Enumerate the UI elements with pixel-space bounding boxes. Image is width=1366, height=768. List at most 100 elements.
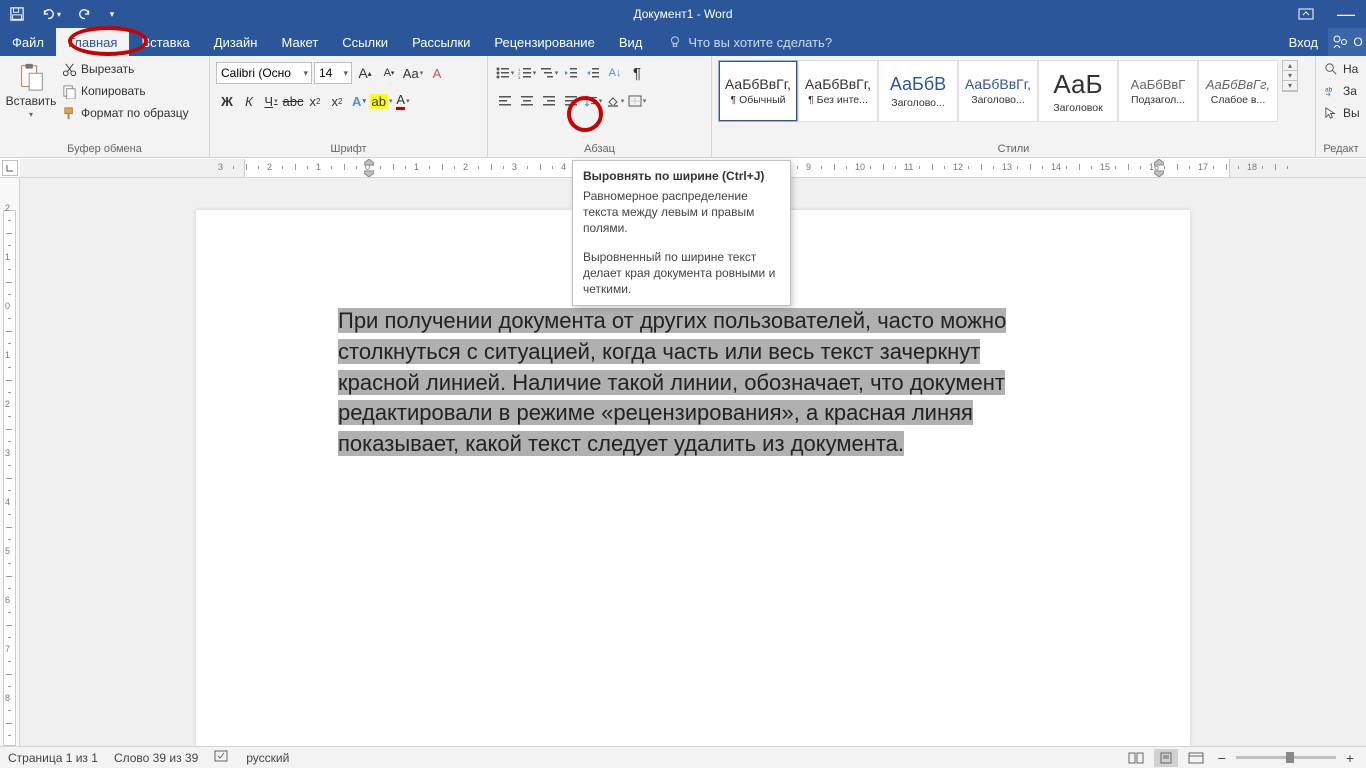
scissors-icon: [62, 62, 77, 77]
status-bar: Страница 1 из 1 Слово 39 из 39 русский −…: [0, 746, 1366, 768]
status-words[interactable]: Слово 39 из 39: [114, 751, 198, 765]
bold-button[interactable]: Ж: [216, 90, 238, 112]
ribbon-group-font: Calibri (Осно 14 A▴ A▾ Aa A Ж К Ч abc x2…: [210, 56, 488, 157]
clear-formatting-button[interactable]: A: [426, 62, 448, 84]
text-effects-button[interactable]: A: [348, 90, 370, 112]
copy-icon: [62, 84, 77, 99]
subscript-button[interactable]: x2: [304, 90, 326, 112]
tab-design[interactable]: Дизайн: [202, 28, 270, 56]
tooltip-paragraph-1: Равномерное распределение текста между л…: [583, 188, 780, 237]
tab-insert[interactable]: Вставка: [129, 28, 201, 56]
show-marks-button[interactable]: ¶: [626, 62, 648, 84]
ribbon-display-button[interactable]: [1286, 1, 1326, 27]
italic-button[interactable]: К: [238, 90, 260, 112]
tab-home[interactable]: Главная: [56, 28, 129, 56]
paste-icon: [16, 62, 46, 92]
document-title: Документ1 - Word: [633, 7, 732, 21]
align-left-button[interactable]: [494, 90, 516, 112]
shading-button[interactable]: [604, 90, 626, 112]
underline-button[interactable]: Ч: [260, 90, 282, 112]
cut-button[interactable]: Вырезать: [60, 58, 191, 80]
borders-button[interactable]: [626, 90, 648, 112]
lightbulb-icon: [668, 35, 682, 49]
svg-text:3: 3: [518, 75, 521, 79]
justify-tooltip: Выровнять по ширине (Ctrl+J) Равномерное…: [572, 160, 791, 306]
style-item-4[interactable]: АаБЗаголовок: [1038, 60, 1118, 122]
select-icon: [1324, 106, 1339, 121]
tab-mailings[interactable]: Рассылки: [400, 28, 482, 56]
redo-button[interactable]: [68, 1, 102, 27]
paste-label: Вставить: [6, 94, 57, 108]
style-item-3[interactable]: АаБбВвГг,Заголово...: [958, 60, 1038, 122]
undo-button[interactable]: ▾: [34, 1, 68, 27]
status-proofing-icon[interactable]: [214, 749, 230, 766]
search-icon: [1324, 62, 1339, 77]
styles-group-label: Стили: [718, 141, 1309, 157]
styles-more-button[interactable]: ▴▾▾: [1282, 60, 1298, 92]
tell-me-search[interactable]: Что вы хотите сделать?: [668, 28, 832, 56]
save-button[interactable]: [0, 1, 34, 27]
zoom-slider[interactable]: [1236, 756, 1336, 759]
sort-button[interactable]: A↓: [604, 62, 626, 84]
styles-gallery: АаБбВвГг,¶ ОбычныйАаБбВвГг,¶ Без инте...…: [718, 60, 1278, 122]
numbering-button[interactable]: 123: [516, 62, 538, 84]
find-button[interactable]: На: [1322, 58, 1360, 80]
font-color-button[interactable]: A: [392, 90, 414, 112]
replace-icon: ab: [1324, 84, 1339, 99]
bullets-button[interactable]: [494, 62, 516, 84]
font-size-select[interactable]: 14: [314, 62, 352, 84]
editing-group-label: Редакт: [1322, 141, 1360, 157]
title-bar: ▾ ▾ Документ1 - Word —: [0, 0, 1366, 28]
strikethrough-button[interactable]: abc: [282, 90, 304, 112]
tab-file[interactable]: Файл: [0, 28, 56, 56]
superscript-button[interactable]: x2: [326, 90, 348, 112]
tab-layout[interactable]: Макет: [269, 28, 330, 56]
sign-in-link[interactable]: Вход: [1279, 28, 1328, 56]
style-item-5[interactable]: АаБбВвГПодзагол...: [1118, 60, 1198, 122]
ribbon-group-paragraph: 123 A↓ ¶ Абзац: [488, 56, 712, 157]
minimize-button[interactable]: —: [1326, 1, 1366, 27]
change-case-button[interactable]: Aa: [402, 62, 424, 84]
font-group-label: Шрифт: [216, 141, 481, 157]
line-spacing-button[interactable]: [582, 90, 604, 112]
copy-button[interactable]: Копировать: [60, 80, 191, 102]
shrink-font-button[interactable]: A▾: [378, 62, 400, 84]
status-language[interactable]: русский: [246, 751, 289, 765]
share-button[interactable]: О: [1328, 28, 1366, 56]
tooltip-paragraph-2: Выровненный по ширине текст делает края …: [583, 249, 780, 298]
tab-view[interactable]: Вид: [607, 28, 655, 56]
style-item-2[interactable]: АаБбВЗаголово...: [878, 60, 958, 122]
multilevel-list-button[interactable]: [538, 62, 560, 84]
increase-indent-button[interactable]: [582, 62, 604, 84]
paste-button[interactable]: Вставить ▾: [6, 58, 56, 123]
ribbon: Вставить ▾ Вырезать Копировать Формат по…: [0, 56, 1366, 158]
paragraph-group-label: Абзац: [494, 141, 705, 157]
read-mode-button[interactable]: [1124, 749, 1148, 767]
document-text[interactable]: При получении документа от других пользо…: [338, 306, 1048, 460]
grow-font-button[interactable]: A▴: [354, 62, 376, 84]
style-item-6[interactable]: АаБбВвГг,Слабое в...: [1198, 60, 1278, 122]
select-button[interactable]: Вы: [1322, 102, 1362, 124]
print-layout-button[interactable]: [1154, 749, 1178, 767]
style-item-0[interactable]: АаБбВвГг,¶ Обычный: [718, 60, 798, 122]
zoom-out-button[interactable]: −: [1214, 750, 1230, 766]
tab-references[interactable]: Ссылки: [330, 28, 400, 56]
format-painter-button[interactable]: Формат по образцу: [60, 102, 191, 124]
decrease-indent-button[interactable]: [560, 62, 582, 84]
align-center-button[interactable]: [516, 90, 538, 112]
web-layout-button[interactable]: [1184, 749, 1208, 767]
highlight-button[interactable]: ab: [370, 90, 392, 112]
status-page[interactable]: Страница 1 из 1: [8, 751, 98, 765]
tab-selector[interactable]: [2, 160, 18, 176]
font-name-select[interactable]: Calibri (Осно: [216, 62, 312, 84]
replace-button[interactable]: abЗа: [1322, 80, 1359, 102]
tell-me-placeholder: Что вы хотите сделать?: [688, 35, 832, 50]
style-item-1[interactable]: АаБбВвГг,¶ Без инте...: [798, 60, 878, 122]
vertical-ruler[interactable]: 21012345678: [0, 178, 20, 746]
zoom-in-button[interactable]: +: [1342, 750, 1358, 766]
qat-customize[interactable]: ▾: [102, 1, 122, 27]
align-right-button[interactable]: [538, 90, 560, 112]
ribbon-group-clipboard: Вставить ▾ Вырезать Копировать Формат по…: [0, 56, 210, 157]
tab-review[interactable]: Рецензирование: [482, 28, 606, 56]
justify-button[interactable]: [560, 90, 582, 112]
